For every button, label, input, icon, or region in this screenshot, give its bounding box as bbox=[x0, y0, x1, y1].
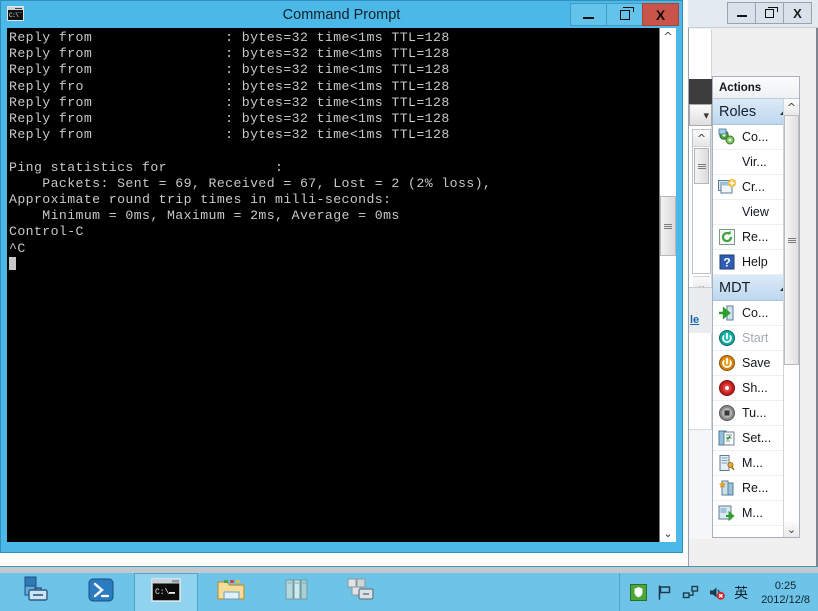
bg-close-button[interactable]: X bbox=[783, 2, 812, 24]
actions-scroll-track[interactable] bbox=[784, 115, 799, 521]
red-shutdown-icon bbox=[718, 379, 736, 397]
actions-scroll-thumb[interactable] bbox=[784, 115, 799, 365]
console-body: Reply from : bytes=32 time<1ms TTL=128 R… bbox=[7, 28, 676, 542]
background-window-content-strip: ▾ ^ ⌄ le bbox=[689, 29, 712, 539]
cmd-icon: C:\ bbox=[151, 578, 181, 607]
console-scroll-thumb[interactable] bbox=[660, 196, 676, 256]
maximize-button[interactable] bbox=[606, 3, 643, 26]
taskbar-button-server-manager[interactable] bbox=[4, 573, 68, 611]
background-window-controls: X bbox=[727, 2, 812, 24]
teal-power-icon bbox=[718, 329, 736, 347]
windows-create-icon bbox=[718, 178, 736, 196]
desktop: X ▾ ^ ⌄ le Actions Roles Co... Vir... Cr… bbox=[0, 0, 818, 611]
file-explorer-icon bbox=[216, 577, 246, 608]
actions-panel: Actions Roles Co... Vir... Cr... View Re… bbox=[712, 76, 800, 538]
bg-scroll-up-icon[interactable]: ^ bbox=[693, 130, 710, 147]
bg-panel-section bbox=[689, 287, 712, 333]
action-label: View bbox=[742, 205, 769, 219]
gray-stop-icon bbox=[718, 404, 736, 422]
orange-power-icon bbox=[718, 354, 736, 372]
green-gears-icon bbox=[718, 128, 736, 146]
system-tray: 英 0:25 2012/12/8 bbox=[619, 573, 814, 611]
settings-checklist-icon bbox=[718, 429, 736, 447]
console-scroll-down-icon[interactable]: ⌄ bbox=[660, 525, 676, 542]
actions-panel-scrollbar[interactable]: ^ ⌄ bbox=[783, 99, 799, 537]
console-output[interactable]: Reply from : bytes=32 time<1ms TTL=128 R… bbox=[7, 28, 659, 542]
security-shield-icon[interactable] bbox=[630, 584, 648, 601]
bg-link[interactable]: le bbox=[690, 314, 699, 326]
console-cursor bbox=[9, 256, 16, 270]
network-icon[interactable] bbox=[682, 584, 699, 601]
taskbar-buttons: C:\ bbox=[4, 573, 394, 611]
minimize-button[interactable] bbox=[570, 3, 607, 26]
bg-dark-header bbox=[689, 79, 712, 104]
blue-question-icon: ? bbox=[718, 253, 736, 271]
group-label: Roles bbox=[719, 103, 757, 120]
action-label: Re... bbox=[742, 481, 769, 495]
taskbar-button-file-explorer[interactable] bbox=[199, 573, 263, 611]
group-label: MDT bbox=[719, 279, 751, 296]
taskbar: C:\ 英 0:25 2012/12/8 bbox=[0, 566, 818, 611]
flag-icon[interactable] bbox=[656, 584, 673, 601]
taskbar-button-tools[interactable] bbox=[329, 573, 393, 611]
taskbar-button-servers[interactable] bbox=[264, 573, 328, 611]
bg-scroll-thumb[interactable] bbox=[694, 148, 709, 184]
action-label: Vir... bbox=[742, 155, 767, 169]
clock-date: 2012/12/8 bbox=[761, 593, 810, 606]
green-refresh-icon bbox=[718, 228, 736, 246]
console-scroll-up-icon[interactable]: ^ bbox=[660, 28, 676, 45]
bg-dropdown-button[interactable]: ▾ bbox=[689, 104, 712, 126]
close-button[interactable]: X bbox=[642, 3, 679, 26]
server-star-icon bbox=[718, 479, 736, 497]
bg-inner-scrollbar[interactable]: ^ ⌄ bbox=[692, 129, 711, 293]
bg-maximize-button[interactable] bbox=[755, 2, 784, 24]
tools-icon bbox=[346, 577, 376, 608]
actions-scroll-down-icon[interactable]: ⌄ bbox=[784, 521, 799, 537]
server-manager-icon bbox=[21, 576, 51, 609]
server-key-icon bbox=[718, 454, 736, 472]
taskbar-button-command-prompt[interactable]: C:\ bbox=[134, 573, 198, 611]
cmd-icon: C:\ bbox=[7, 6, 24, 21]
background-window-titlebar: X bbox=[688, 0, 818, 28]
console-text: Reply from : bytes=32 time<1ms TTL=128 R… bbox=[9, 30, 492, 256]
svg-text:?: ? bbox=[723, 256, 730, 270]
taskbar-clock[interactable]: 0:25 2012/12/8 bbox=[761, 579, 810, 607]
console-scrollbar[interactable]: ^ ⌄ bbox=[659, 28, 676, 542]
bg-minimize-button[interactable] bbox=[727, 2, 756, 24]
speaker-muted-icon[interactable] bbox=[708, 584, 725, 601]
action-label: M... bbox=[742, 506, 763, 520]
servers-icon bbox=[281, 577, 311, 608]
clock-time: 0:25 bbox=[774, 579, 797, 592]
svg-text:C:\: C:\ bbox=[155, 588, 170, 597]
chevron-down-icon: ▾ bbox=[703, 108, 709, 122]
ime-indicator[interactable]: 英 bbox=[734, 583, 748, 603]
move-server-icon bbox=[718, 504, 736, 522]
command-prompt-window-controls: X bbox=[570, 3, 679, 26]
taskbar-button-powershell[interactable] bbox=[69, 573, 133, 611]
powershell-icon bbox=[87, 576, 115, 609]
bg-panel-section-lower bbox=[689, 429, 712, 539]
actions-scroll-up-icon[interactable]: ^ bbox=[784, 99, 799, 115]
command-prompt-titlebar[interactable]: C:\ Command Prompt X bbox=[1, 1, 682, 28]
actions-panel-header: Actions bbox=[713, 77, 799, 99]
command-prompt-window: C:\ Command Prompt X Reply from : bytes=… bbox=[0, 0, 683, 553]
green-arrow-connect-icon bbox=[718, 304, 736, 322]
